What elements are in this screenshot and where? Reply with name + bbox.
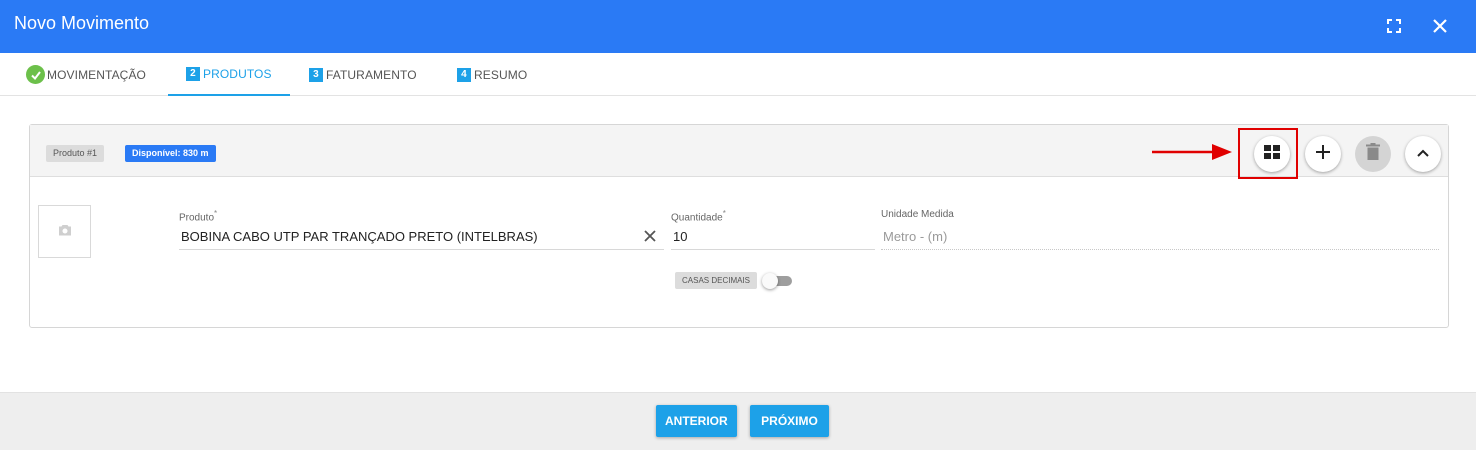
step-number: 3 <box>309 67 323 82</box>
available-stock-badge: Disponível: 830 m <box>125 145 216 162</box>
modal-title: Novo Movimento <box>14 13 150 33</box>
tab-faturamento[interactable]: 3 FATURAMENTO <box>309 53 417 96</box>
add-product-button[interactable] <box>1305 136 1341 172</box>
fullscreen-icon[interactable] <box>1381 13 1407 39</box>
unidade-medida-underline <box>881 249 1439 250</box>
product-photo-placeholder[interactable] <box>38 205 91 258</box>
delete-product-button[interactable] <box>1355 136 1391 172</box>
grid-icon <box>1264 144 1280 164</box>
product-card-header: Produto #1 Disponível: 830 m <box>30 125 1448 179</box>
product-card: Produto #1 Disponível: 830 m Produto* BO… <box>29 124 1449 328</box>
red-arrow-annotation <box>1150 142 1234 167</box>
proximo-button[interactable]: PRÓXIMO <box>750 405 829 437</box>
tab-movimentacao[interactable]: MOVIMENTAÇÃO <box>26 53 146 96</box>
trash-icon <box>1366 143 1380 165</box>
clear-product-icon[interactable] <box>642 228 658 249</box>
casas-decimais-toggle[interactable] <box>762 273 792 289</box>
produto-input[interactable]: BOBINA CABO UTP PAR TRANÇADO PRETO (INTE… <box>181 229 538 244</box>
modal-footer: ANTERIOR PRÓXIMO <box>0 392 1476 450</box>
quantidade-label: Quantidade* <box>671 209 726 224</box>
plus-icon <box>1315 144 1331 165</box>
tab-label: FATURAMENTO <box>326 67 417 82</box>
close-icon[interactable] <box>1427 13 1453 39</box>
produto-underline <box>179 249 664 250</box>
tab-produtos[interactable]: 2 PRODUTOS <box>168 53 290 96</box>
unidade-medida-label: Unidade Medida <box>881 209 954 220</box>
check-icon <box>26 65 45 84</box>
camera-icon <box>58 223 72 241</box>
grid-view-button[interactable] <box>1254 136 1290 172</box>
modal-header: Novo Movimento <box>0 0 1476 53</box>
tab-label: MOVIMENTAÇÃO <box>47 67 146 82</box>
unidade-medida-field: Metro - (m) <box>883 229 948 244</box>
step-number: 4 <box>457 67 471 82</box>
tab-label: PRODUTOS <box>203 66 272 81</box>
anterior-button[interactable]: ANTERIOR <box>656 405 737 437</box>
chevron-up-icon <box>1416 145 1430 163</box>
product-id-badge: Produto #1 <box>46 145 105 162</box>
step-number: 2 <box>186 66 200 81</box>
tab-label: RESUMO <box>474 67 528 82</box>
toggle-knob <box>762 273 778 289</box>
collapse-button[interactable] <box>1405 136 1441 172</box>
produto-label: Produto* <box>179 209 218 224</box>
casas-decimais-label: CASAS DECIMAIS <box>675 272 758 289</box>
quantidade-underline <box>671 249 875 250</box>
quantidade-input[interactable]: 10 <box>673 229 687 244</box>
step-tabs: MOVIMENTAÇÃO 2 PRODUTOS 3 FATURAMENTO 4 … <box>0 53 1476 96</box>
tab-resumo[interactable]: 4 RESUMO <box>457 53 527 96</box>
